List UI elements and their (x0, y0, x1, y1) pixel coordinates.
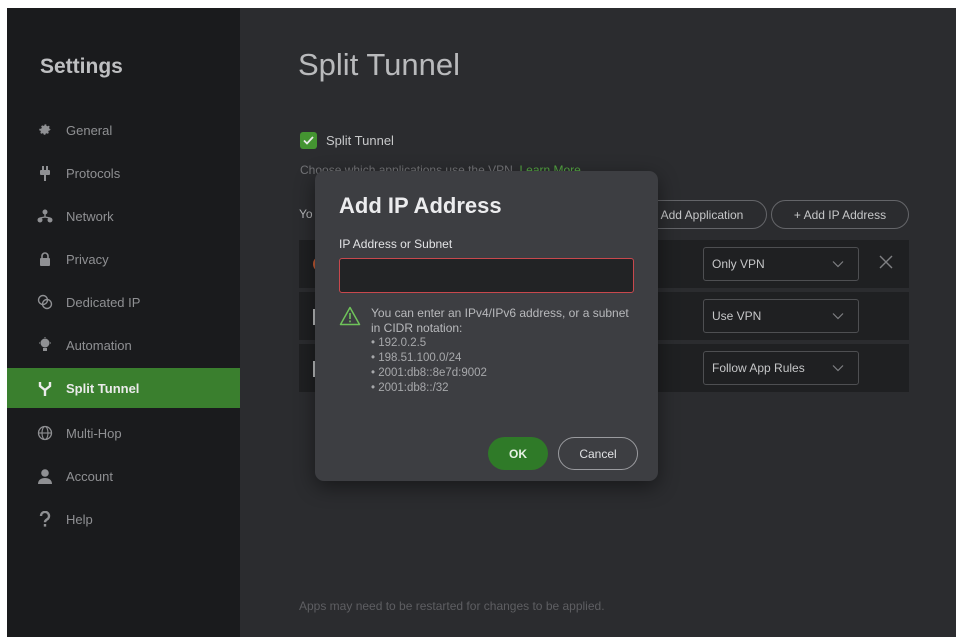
dialog-title: Add IP Address (339, 193, 502, 218)
hint-example: • 192.0.2.5 (371, 337, 427, 349)
app-window: Settings General Protocols Network Priva… (7, 8, 956, 637)
ip-address-input[interactable] (339, 258, 634, 293)
ok-button[interactable]: OK (488, 437, 548, 470)
ip-field-label: IP Address or Subnet (339, 237, 453, 251)
hint-example: • 2001:db8::/32 (371, 382, 449, 394)
warning-icon (339, 306, 361, 331)
hint-text: You can enter an IPv4/IPv6 address, or a… (371, 306, 631, 396)
add-ip-dialog: Add IP Address IP Address or Subnet You … (315, 171, 658, 481)
cancel-button[interactable]: Cancel (558, 437, 638, 470)
hint-example: • 198.51.100.0/24 (371, 352, 462, 364)
hint-example: • 2001:db8::8e7d:9002 (371, 367, 487, 379)
hint-message: You can enter an IPv4/IPv6 address, or a… (371, 306, 629, 335)
